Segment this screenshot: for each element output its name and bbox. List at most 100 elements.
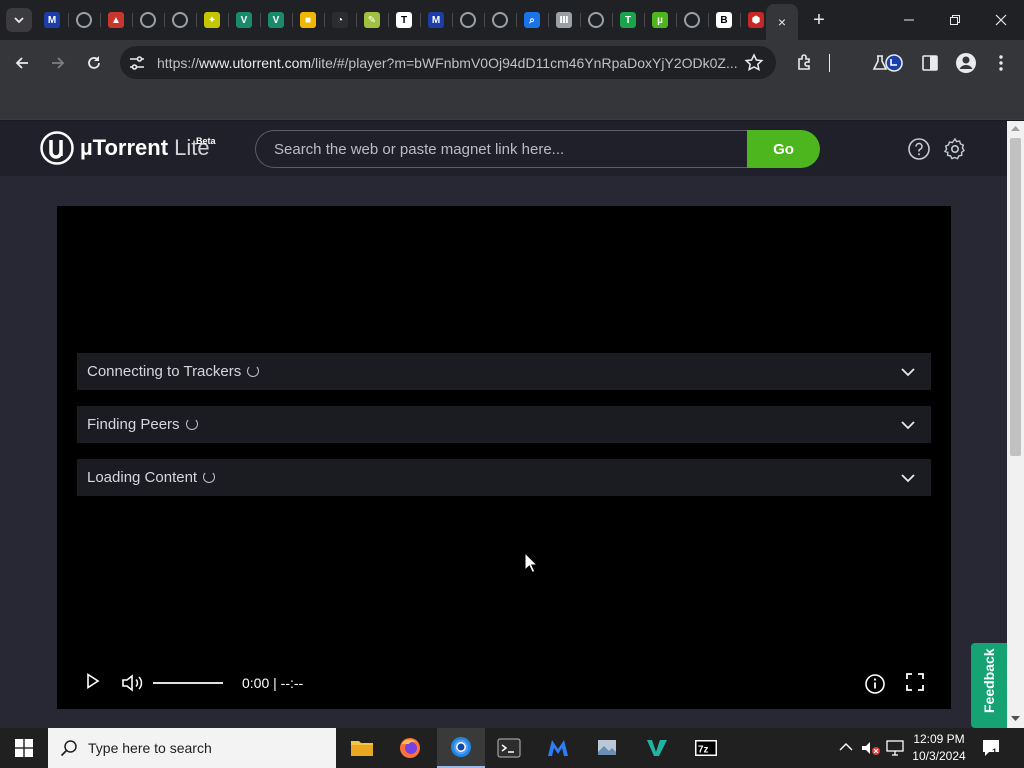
browser-tab[interactable]: ⌕	[516, 0, 548, 40]
browser-tab[interactable]: V	[260, 0, 292, 40]
arrow-right-icon	[52, 57, 65, 69]
utorrent-icon: µ	[652, 12, 668, 28]
search-placeholder: Search the web or paste magnet link here…	[274, 141, 565, 158]
magnet-search-input[interactable]: Search the web or paste magnet link here…	[255, 130, 749, 168]
vs-icon: V	[236, 12, 252, 28]
site-settings-icon[interactable]	[128, 54, 146, 72]
menu-kebab-icon[interactable]	[996, 53, 1006, 73]
browser-tab[interactable]: B	[708, 0, 740, 40]
chrome-icon	[451, 737, 471, 757]
panel-text: Loading Content	[87, 469, 198, 486]
scroll-thumb[interactable]	[1010, 138, 1021, 456]
start-button[interactable]	[0, 728, 48, 768]
url-scheme: https://	[157, 55, 200, 71]
chevron-down-icon[interactable]	[901, 418, 915, 432]
scroll-down-icon[interactable]	[1011, 716, 1020, 722]
firefox-icon	[400, 738, 420, 758]
taskbar-7zip[interactable]: 7z	[682, 728, 730, 768]
speedometer-icon: ◔	[332, 12, 348, 28]
minimize-button[interactable]	[886, 0, 932, 40]
video-player[interactable]: Connecting to Trackers Finding Peers Loa…	[57, 206, 951, 709]
close-window-button[interactable]	[978, 0, 1024, 40]
system-clock[interactable]: 12:09 PM 10/3/2024	[908, 731, 970, 765]
status-panel-content[interactable]: Loading Content	[77, 459, 931, 496]
scroll-up-icon[interactable]	[1011, 125, 1020, 131]
taskbar-search-box[interactable]: Type here to search	[48, 728, 336, 768]
status-panel-trackers[interactable]: Connecting to Trackers	[77, 353, 931, 390]
taskbar-photos[interactable]	[583, 728, 631, 768]
side-panel-icon[interactable]	[921, 54, 939, 72]
go-button[interactable]: Go	[747, 130, 820, 168]
volume-slider[interactable]	[153, 682, 223, 684]
profile-avatar-icon[interactable]	[955, 52, 977, 74]
extensions-icon[interactable]	[795, 53, 815, 73]
taskbar-chrome[interactable]	[437, 728, 485, 768]
browser-tab[interactable]: T	[388, 0, 420, 40]
close-tab-icon[interactable]: ×	[778, 14, 786, 30]
help-icon[interactable]	[907, 137, 931, 161]
globe-icon	[76, 12, 92, 28]
play-icon[interactable]	[86, 673, 100, 689]
browser-tab[interactable]: M	[36, 0, 68, 40]
taskbar-terminal[interactable]	[485, 728, 533, 768]
loading-spinner-icon	[185, 418, 198, 430]
status-panel-peers[interactable]: Finding Peers	[77, 406, 931, 443]
browser-tab[interactable]: ■	[292, 0, 324, 40]
bookmark-star-icon[interactable]	[744, 53, 764, 73]
terminal-icon	[497, 738, 521, 758]
globe-icon	[460, 12, 476, 28]
taskbar-vs-app[interactable]	[633, 728, 681, 768]
photos-icon	[598, 740, 616, 755]
back-button[interactable]	[7, 48, 37, 78]
browser-tab[interactable]: M	[420, 0, 452, 40]
taskbar-file-explorer[interactable]	[338, 728, 386, 768]
feedback-button[interactable]: Feedback	[971, 643, 1007, 728]
notification-center-button[interactable]: 1	[981, 738, 1003, 763]
browser-tab[interactable]	[132, 0, 164, 40]
browser-tab[interactable]: µ	[644, 0, 676, 40]
browser-tab[interactable]: Ⅲ	[548, 0, 580, 40]
time-separator: |	[269, 675, 281, 691]
network-icon[interactable]	[886, 740, 904, 756]
browser-tab[interactable]	[452, 0, 484, 40]
settings-gear-icon[interactable]	[943, 137, 967, 161]
info-icon[interactable]	[864, 673, 886, 695]
browser-tab[interactable]	[484, 0, 516, 40]
browser-tab[interactable]	[68, 0, 100, 40]
chevron-down-icon[interactable]	[901, 471, 915, 485]
forward-button[interactable]	[43, 48, 73, 78]
volume-icon[interactable]	[121, 673, 145, 693]
active-tab[interactable]: ×	[766, 4, 798, 40]
url-host: www.utorrent.com	[199, 55, 312, 71]
tab-list: M ▲ ✦ V V ■ ◔ ✎ T M ⌕ Ⅲ Tµ B ⬢	[36, 0, 772, 40]
mouse-cursor-icon	[524, 552, 538, 574]
browser-tab[interactable]: T	[612, 0, 644, 40]
tab-search-button[interactable]	[6, 8, 32, 32]
clock-date: 10/3/2024	[912, 749, 966, 763]
browser-tab[interactable]	[676, 0, 708, 40]
browser-tab[interactable]: ✎	[356, 0, 388, 40]
fullscreen-icon[interactable]	[906, 673, 924, 691]
chevron-up-icon[interactable]	[839, 742, 853, 752]
browser-tab[interactable]: V	[228, 0, 260, 40]
browser-tab[interactable]: ✦	[196, 0, 228, 40]
taskbar-malwarebytes[interactable]	[534, 728, 582, 768]
browser-tab[interactable]	[580, 0, 612, 40]
reload-button[interactable]	[79, 48, 109, 78]
volume-muted-icon[interactable]	[861, 740, 881, 756]
taskbar-firefox[interactable]	[386, 728, 434, 768]
chevron-down-icon[interactable]	[901, 365, 915, 379]
browser-tab[interactable]: ◔	[324, 0, 356, 40]
loading-spinner-icon	[203, 471, 216, 483]
arrow-left-icon	[15, 57, 28, 69]
browser-tab[interactable]: ▲	[100, 0, 132, 40]
url-text[interactable]: https://www.utorrent.com/lite/#/player?m…	[157, 55, 742, 71]
browser-tab[interactable]	[164, 0, 196, 40]
vpn-extension-icon[interactable]	[884, 53, 904, 73]
globe-icon	[140, 12, 156, 28]
restore-button[interactable]	[932, 0, 978, 40]
player-controls: 0:00 | --:--	[57, 661, 951, 709]
new-tab-button[interactable]: +	[806, 8, 832, 32]
utorrent-logo-icon[interactable]	[40, 131, 74, 165]
bank-icon: Ⅲ	[556, 12, 572, 28]
